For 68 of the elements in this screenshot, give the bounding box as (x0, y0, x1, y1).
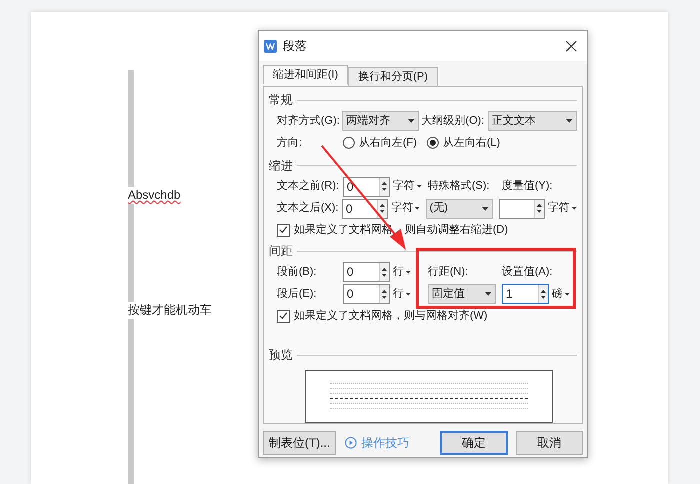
dropdown-caret-icon (417, 185, 422, 188)
unit-dropdown[interactable]: 字符 (393, 178, 428, 195)
check-icon (279, 312, 288, 320)
section-heading: 常规 (269, 92, 293, 109)
field-label: 文本之后(X): (277, 200, 340, 216)
unit-dropdown[interactable]: 磅 (552, 286, 570, 303)
spin-buttons[interactable] (379, 263, 389, 282)
dropdown-caret-icon (572, 207, 578, 210)
spin-buttons[interactable] (377, 200, 388, 218)
dropdown-select[interactable]: 两端对齐 (342, 111, 419, 132)
field-label: 段前(B): (277, 265, 318, 280)
dropdown-caret-icon (408, 119, 415, 124)
field-value: 0 (346, 288, 355, 300)
ok-button[interactable]: 确定 (440, 431, 508, 455)
dropdown-select[interactable]: 固定值 (428, 284, 496, 304)
window-title: 段落 (283, 38, 307, 55)
dropdown-caret-icon (415, 207, 420, 210)
dropdown-select[interactable]: (无) (426, 198, 493, 219)
field-label: 特殊格式(S): (428, 179, 491, 194)
number-input-field[interactable]: 0 (343, 262, 390, 282)
dropdown-caret-icon (566, 119, 573, 124)
field-label: 对齐方式(G): (277, 114, 341, 130)
field-label: 设置值(A): (502, 265, 553, 280)
document-text: Absvchdb (128, 187, 181, 204)
document-text: 按键才能机动车 (128, 302, 212, 319)
spin-buttons[interactable] (379, 285, 389, 304)
unit-dropdown[interactable]: 字符 (391, 200, 426, 217)
dropdown-caret-icon (485, 292, 492, 296)
spin-buttons[interactable] (379, 178, 389, 196)
field-value: 0 (344, 202, 354, 215)
field-label: 度量值(Y): (502, 178, 553, 194)
field-value: 1 (505, 288, 514, 300)
section-heading: 预览 (269, 347, 293, 364)
app-logo-icon (264, 40, 277, 52)
spin-buttons[interactable] (534, 200, 544, 218)
dropdown-caret-icon (565, 292, 570, 296)
spin-buttons[interactable] (538, 285, 548, 304)
tab-stops-button[interactable]: 制表位(T)... (263, 431, 336, 455)
tab[interactable]: 缩进和间距(I) (263, 65, 348, 85)
field-label: 大纲级别(O): (422, 114, 486, 130)
check-icon (279, 226, 288, 234)
unit-dropdown[interactable]: 行 (393, 264, 428, 281)
checkbox[interactable]: 如果定义了文档网格，则与网格对齐(W) (277, 308, 488, 324)
field-value: 0 (346, 180, 355, 193)
cancel-button[interactable]: 取消 (516, 431, 583, 455)
close-icon[interactable] (566, 40, 577, 52)
radio-button[interactable]: 从左向右(L) (427, 134, 500, 152)
field-label: 段后(E): (277, 287, 318, 302)
dropdown-caret-icon (406, 270, 411, 274)
number-input-field[interactable]: 0 (343, 176, 390, 197)
section-heading: 缩进 (269, 158, 293, 175)
dropdown-caret-icon (482, 206, 489, 211)
number-input-field[interactable]: 1 (502, 284, 549, 304)
field-label: 行距(N): (428, 265, 470, 280)
unit-dropdown[interactable]: 行 (393, 286, 428, 303)
section-heading: 间距 (269, 243, 293, 260)
unit-dropdown[interactable]: 字符 (548, 200, 578, 217)
field-label: 文本之前(R): (277, 178, 340, 194)
number-input-field[interactable]: 0 (342, 198, 388, 219)
number-input-field[interactable] (498, 198, 546, 219)
number-input-field[interactable]: 0 (343, 284, 390, 304)
dropdown-select[interactable]: 正文文本 (488, 111, 577, 132)
field-value: 0 (346, 266, 355, 278)
play-circle-icon (345, 437, 358, 449)
tab[interactable]: 换行和分页(P) (348, 67, 438, 87)
field-label: 方向: (277, 136, 304, 151)
dropdown-caret-icon (406, 292, 411, 296)
radio-button[interactable]: 从右向左(F) (343, 134, 427, 152)
